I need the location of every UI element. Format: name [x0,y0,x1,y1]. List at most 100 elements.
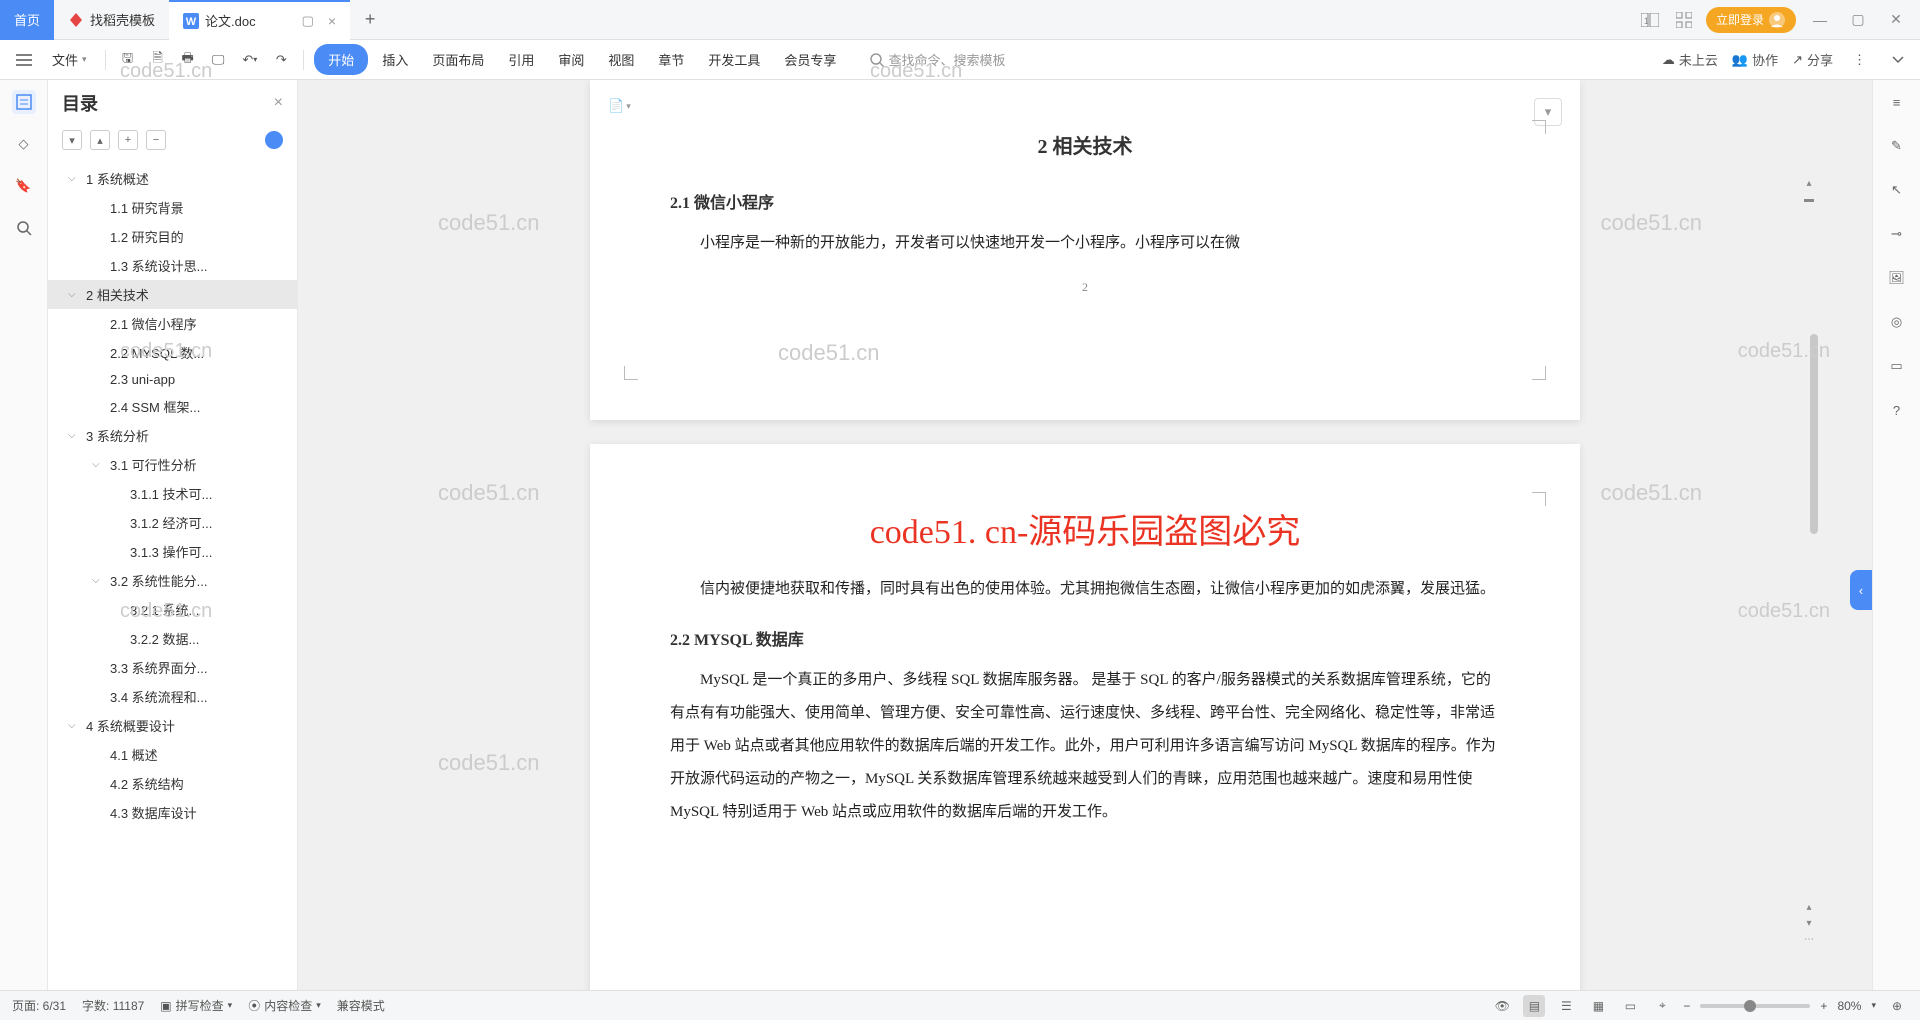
hamburger-icon[interactable] [10,50,38,70]
book-icon[interactable]: ▭ [1885,354,1909,378]
outline-item[interactable]: 1.3 系统设计思... [48,251,297,280]
ruler-menu-icon[interactable]: ⋯ [1800,932,1818,946]
window-minimize[interactable]: — [1806,12,1834,28]
tab-add[interactable]: + [350,9,390,30]
outline-item[interactable]: 3.1.2 经济可... [48,508,297,537]
outline-item[interactable]: 3.2.2 数据... [48,624,297,653]
settings-icon[interactable]: ⊸ [1885,222,1909,246]
menu-reference[interactable]: 引用 [498,44,544,75]
save-as-icon[interactable]: 🗎 [146,45,170,75]
outline-item[interactable]: 2.4 SSM 框架... [48,392,297,421]
redo-icon[interactable]: ↷ [269,48,293,72]
pencil-icon[interactable]: ✎ [1885,134,1909,158]
eye-icon[interactable]: 👁 [1491,995,1513,1017]
outline-item[interactable]: ⌵3.2 系统性能分... [48,566,297,595]
outline-item[interactable]: 4.2 系统结构 [48,769,297,798]
help-icon[interactable]: ? [1885,398,1909,422]
cursor-icon[interactable]: ↖ [1885,178,1909,202]
tab-document[interactable]: W 论文.doc ▢ × [169,0,350,40]
outline-item[interactable]: 2.2 MYSQL 数... [48,338,297,367]
bookmark-icon[interactable]: 🔖 [12,174,36,198]
outline-item[interactable]: ⌵4 系统概要设计 [48,711,297,740]
view-page-icon[interactable]: ▤ [1523,995,1545,1017]
find-icon[interactable] [12,216,36,240]
cloud-button[interactable]: ☁ 未上云 [1662,50,1718,69]
menu-member[interactable]: 会员专享 [774,44,846,75]
apps-icon[interactable] [1672,8,1696,32]
side-handle[interactable]: ‹ [1850,570,1872,610]
outline-indicator[interactable] [265,131,283,149]
window-close[interactable]: ✕ [1882,11,1910,28]
command-search[interactable]: 查找命令、搜索模板 [862,46,1013,73]
tab-close[interactable]: × [328,13,336,29]
zoom-out[interactable]: − [1683,999,1690,1013]
window-maximize[interactable]: ▢ [1844,11,1872,28]
outline-item[interactable]: 3.3 系统界面分... [48,653,297,682]
menu-layout[interactable]: 页面布局 [422,44,494,75]
outline-item[interactable]: 4.3 数据库设计 [48,798,297,827]
collapse-all[interactable]: ▾ [62,130,82,150]
outline-item[interactable]: ⌵1 系统概述 [48,164,297,193]
add-heading[interactable]: + [118,130,138,150]
zoom-slider[interactable] [1700,1004,1810,1008]
tag-icon[interactable]: ◇ [12,132,36,156]
layout-icon[interactable]: 1 [1638,8,1662,32]
menu-insert[interactable]: 插入 [372,44,418,75]
view-read-icon[interactable]: ▭ [1619,995,1641,1017]
login-button[interactable]: 立即登录 [1706,7,1796,33]
undo-icon[interactable]: ↶▾ [236,48,263,72]
ruler-up2-icon[interactable]: ▴ [1800,900,1818,914]
collab-button[interactable]: 👥 协作 [1732,50,1778,69]
view-focus-icon[interactable]: ⌖ [1651,995,1673,1017]
outline-item[interactable]: ⌵2 相关技术 [48,280,297,309]
ruler-down-icon[interactable]: ▾ [1800,916,1818,930]
menu-view[interactable]: 视图 [598,44,644,75]
status-words[interactable]: 字数: 11187 [82,997,144,1014]
outline-item[interactable]: 2.1 微信小程序 [48,309,297,338]
outline-item[interactable]: 3.1.1 技术可... [48,479,297,508]
outline-item[interactable]: 2.3 uni-app [48,367,297,392]
status-spell[interactable]: ▣ 拼写检查 ▾ [160,997,232,1014]
save-icon[interactable]: 🖫 [116,45,140,75]
outline-icon[interactable] [12,90,36,114]
tab-template[interactable]: 找稻壳模板 [54,0,169,40]
fullscreen-add-icon[interactable]: ⊕ [1886,995,1908,1017]
outline-item[interactable]: 1.1 研究背景 [48,193,297,222]
document-canvas[interactable]: 📄▾ ▾ 2 相关技术 2.1 微信小程序 小程序是一种新的开放能力，开发者可以… [298,80,1872,990]
status-page[interactable]: 页面: 6/31 [12,997,66,1014]
status-compat[interactable]: 兼容模式 [337,997,385,1014]
tab-home[interactable]: 首页 [0,0,54,40]
sidebar-close[interactable]: × [274,94,283,112]
outline-item[interactable]: ⌵3 系统分析 [48,421,297,450]
collapse-icon[interactable] [1886,52,1910,68]
menu-start[interactable]: 开始 [314,44,368,75]
print-icon[interactable]: 🖶 [176,45,200,75]
tab-device-icon[interactable]: ▢ [302,13,314,29]
view-outline-icon[interactable]: ☰ [1555,995,1577,1017]
menu-dev[interactable]: 开发工具 [698,44,770,75]
zoom-value[interactable]: 80% [1837,999,1861,1013]
expand-all[interactable]: ▴ [90,130,110,150]
menu-review[interactable]: 审阅 [548,44,594,75]
target-icon[interactable]: ◎ [1885,310,1909,334]
outline-item[interactable]: 3.1.3 操作可... [48,537,297,566]
outline-item[interactable]: 3.4 系统流程和... [48,682,297,711]
menu-section[interactable]: 章节 [648,44,694,75]
outline-item[interactable]: 4.1 概述 [48,740,297,769]
zoom-in[interactable]: + [1820,999,1827,1013]
status-content[interactable]: ⦿ 内容检查 ▾ [248,997,321,1014]
zoom-dropdown-icon[interactable]: ▾ [1871,1000,1876,1011]
outline-item[interactable]: 1.2 研究目的 [48,222,297,251]
remove-heading[interactable]: − [146,130,166,150]
menu-icon[interactable]: ≡ [1885,90,1909,114]
image-icon[interactable]: 🖼 [1885,266,1909,290]
page-header-icon[interactable]: 📄▾ [608,98,631,114]
outline-item[interactable]: 3.2.1 系统... [48,595,297,624]
vertical-scrollbar[interactable] [1808,164,1820,956]
view-web-icon[interactable]: ▦ [1587,995,1609,1017]
outline-item[interactable]: ⌵3.1 可行性分析 [48,450,297,479]
more-icon[interactable]: ⋮ [1847,48,1872,72]
file-menu[interactable]: 文件▾ [44,46,95,73]
print-preview-icon[interactable]: 🖵 [206,48,231,72]
ruler-bar-icon[interactable]: ▬ [1800,192,1818,206]
